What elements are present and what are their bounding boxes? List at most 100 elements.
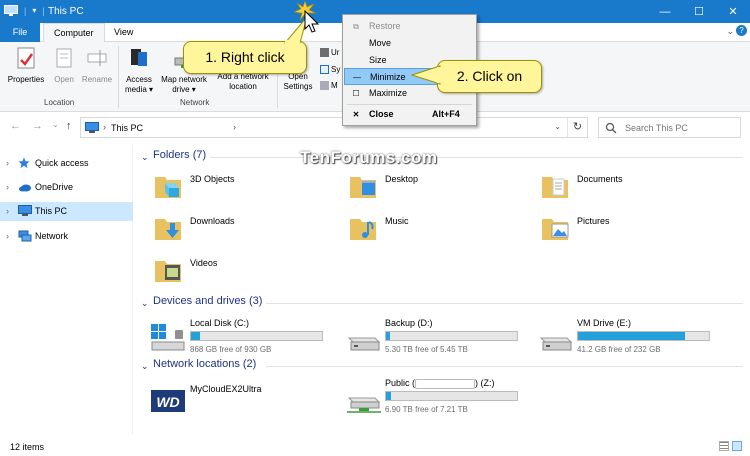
search-input[interactable]	[625, 121, 737, 135]
up-arrow-icon[interactable]: ↑	[66, 120, 72, 132]
folder-item[interactable]: Pictures	[525, 213, 705, 251]
hard-drive-icon	[347, 337, 381, 351]
network-icon	[18, 230, 32, 242]
address-dropdown-icon[interactable]: ⌄	[554, 122, 561, 131]
folder-item[interactable]: Documents	[525, 171, 705, 209]
rename-button[interactable]: Rename	[80, 46, 114, 85]
menu-item-move[interactable]: Move	[344, 35, 475, 52]
folder-name: Music	[385, 216, 409, 226]
large-icons-view-icon[interactable]	[732, 441, 742, 451]
folder-item[interactable]: 3D Objects	[138, 171, 318, 209]
downloads-folder-icon	[155, 219, 181, 240]
properties-button[interactable]: Properties	[4, 46, 48, 85]
item-count: 12 items	[10, 442, 45, 452]
folder-name: Pictures	[577, 216, 610, 226]
network-location-item[interactable]: Public () (Z:) 6.90 TB free of 7.21 TB	[333, 378, 518, 420]
folder-item[interactable]: Desktop	[333, 171, 513, 209]
restore-icon: ⧉	[353, 22, 359, 31]
recent-locations-icon[interactable]: ⌄	[52, 120, 59, 129]
refresh-button[interactable]: ↻	[567, 118, 587, 137]
qat-dropdown-icon[interactable]: ▾	[32, 6, 36, 15]
minimize-button[interactable]: —	[648, 0, 682, 23]
breadcrumb-this-pc[interactable]: This PC	[111, 123, 143, 133]
checkbox-icon	[320, 65, 329, 74]
folder-item[interactable]: Downloads	[138, 213, 318, 251]
nav-item-this-pc[interactable]: › This PC	[0, 202, 133, 221]
search-box[interactable]	[598, 117, 741, 138]
section-header-devices[interactable]: ⌄ Devices and drives (3)	[138, 295, 743, 311]
drive-usage-fill	[386, 332, 390, 340]
documents-folder-icon	[542, 177, 568, 198]
tab-file[interactable]: File	[0, 23, 40, 42]
back-arrow-icon[interactable]: ←	[10, 120, 21, 132]
forward-arrow-icon[interactable]: →	[32, 120, 43, 132]
drive-free-space: 41.2 GB free of 232 GB	[577, 345, 661, 354]
nav-item-onedrive[interactable]: › OneDrive	[0, 178, 133, 197]
ribbon-expand-icon[interactable]: ⌄	[726, 26, 734, 37]
access-media-label-2: media ▾	[124, 85, 154, 94]
section-divider	[266, 366, 743, 367]
expand-chevron-icon[interactable]: ›	[6, 202, 9, 221]
folder-item[interactable]: Music	[333, 213, 513, 251]
access-media-button[interactable]: Access media ▾	[122, 46, 156, 95]
computer-icon	[18, 205, 32, 216]
collapse-chevron-icon[interactable]: ⌄	[141, 152, 149, 163]
expand-chevron-icon[interactable]: ›	[6, 178, 9, 197]
close-icon: ✕	[352, 110, 360, 119]
nav-label: This PC	[35, 206, 68, 216]
network-location-name-prefix: Public (	[385, 378, 416, 388]
properties-icon	[17, 47, 35, 69]
address-bar[interactable]: › This PC › ⌄ ↻	[80, 117, 588, 138]
drive-free-space: 6.90 TB free of 7.21 TB	[385, 405, 468, 414]
nav-item-quick-access[interactable]: › Quick access	[0, 154, 133, 173]
drive-usage-bar	[190, 331, 323, 341]
menu-item-restore[interactable]: ⧉ Restore	[344, 18, 475, 35]
folder-item[interactable]: Videos	[138, 255, 318, 293]
expand-chevron-icon[interactable]: ›	[6, 227, 9, 246]
access-media-label-1: Access	[126, 75, 152, 84]
tab-view[interactable]: View	[104, 23, 143, 42]
rename-label: Rename	[81, 75, 113, 84]
details-view-icon[interactable]	[719, 441, 729, 451]
section-header-folders[interactable]: ⌄ Folders (7)	[138, 149, 743, 165]
search-icon	[605, 122, 617, 134]
map-drive-label-2: drive ▾	[172, 85, 196, 94]
nav-item-network[interactable]: › Network	[0, 227, 133, 246]
manage-item[interactable]: M	[320, 81, 338, 90]
collapse-chevron-icon[interactable]: ⌄	[141, 298, 149, 309]
uninstall-program-item[interactable]: Ur	[320, 48, 339, 57]
close-button[interactable]: ✕	[716, 0, 750, 23]
redacted-share-name	[415, 378, 476, 389]
sys-item-1-label: Ur	[331, 48, 340, 57]
open-button[interactable]: Open	[48, 46, 80, 85]
drive-item[interactable]: Local Disk (C:) 868 GB free of 930 GB	[138, 318, 323, 360]
menu-label: Move	[369, 38, 392, 48]
maximize-icon: ☐	[352, 89, 360, 98]
breadcrumb-chevron-icon[interactable]: ›	[233, 122, 236, 132]
section-title: Folders (7)	[153, 149, 207, 161]
open-settings-button[interactable]: Open Settings	[280, 72, 316, 92]
section-header-network[interactable]: ⌄ Network locations (2)	[138, 358, 743, 374]
menu-label: Restore	[369, 21, 401, 31]
network-location-item[interactable]: WD MyCloudEX2Ultra	[138, 384, 323, 426]
drive-name: VM Drive (E:)	[577, 318, 631, 328]
sys-item-2-label: Sy	[331, 65, 341, 74]
breadcrumb-chevron-icon[interactable]: ›	[103, 122, 106, 132]
menu-shortcut: Alt+F4	[432, 109, 460, 119]
collapse-chevron-icon[interactable]: ⌄	[141, 361, 149, 372]
maximize-button[interactable]: ☐	[682, 0, 716, 23]
menu-label: Close	[369, 109, 394, 119]
3d-objects-icon	[155, 177, 181, 198]
computer-icon	[85, 122, 99, 133]
tab-computer[interactable]: Computer	[43, 23, 105, 43]
drive-usage-bar	[385, 391, 518, 401]
help-icon[interactable]: ?	[736, 25, 747, 36]
drive-item[interactable]: VM Drive (E:) 41.2 GB free of 232 GB	[525, 318, 710, 360]
add-network-location-button[interactable]: Add a network location	[213, 72, 273, 92]
content-pane: ⌄ Folders (7) 3D Objects Desktop Documen…	[138, 145, 750, 435]
expand-chevron-icon[interactable]: ›	[6, 154, 9, 173]
system-properties-item[interactable]: Sy	[320, 65, 340, 74]
menu-item-close[interactable]: ✕ Close Alt+F4	[344, 106, 475, 123]
drive-item[interactable]: Backup (D:) 5.30 TB free of 5.45 TB	[333, 318, 518, 360]
rename-icon	[87, 50, 107, 66]
